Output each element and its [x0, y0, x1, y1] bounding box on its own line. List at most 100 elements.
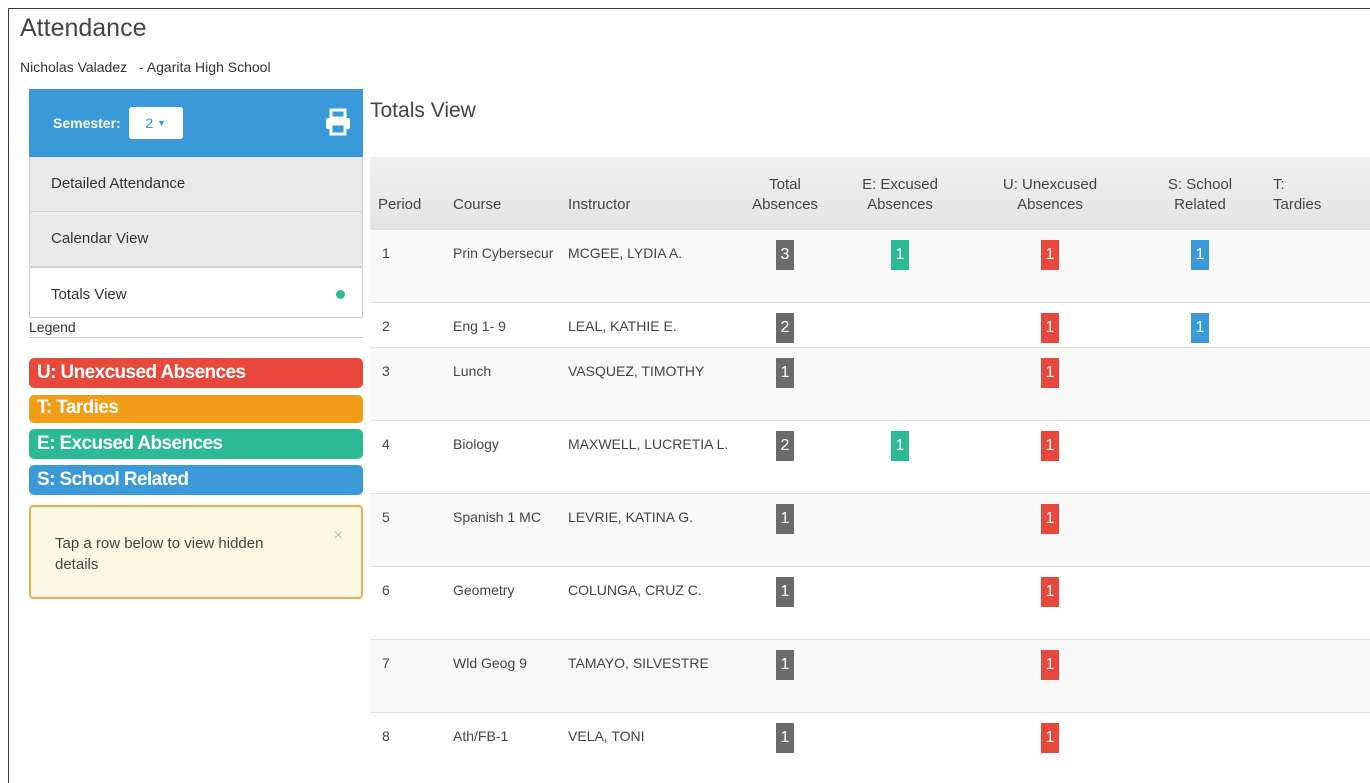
total-cell: 1 [735, 565, 835, 639]
table-row[interactable]: 6 Geometry COLUNGA, CRUZ C. 1 1 [370, 565, 1370, 639]
school-name: - Agarita High School [139, 59, 271, 75]
nav-label: Totals View [51, 286, 127, 303]
nav-calendar-view[interactable]: Calendar View [29, 212, 363, 267]
school-related-cell [1135, 492, 1265, 566]
excused-cell [835, 492, 965, 566]
unexcused-cell: 1 [965, 492, 1135, 566]
course-cell: Prin Cybersecur [445, 228, 560, 302]
period-cell: 5 [370, 492, 445, 566]
period-cell: 8 [370, 711, 445, 772]
table-row[interactable]: 1 Prin Cybersecur MCGEE, LYDIA A. 3 1 1 1 [370, 228, 1370, 302]
instructor-value: LEAL, KATHIE E. [568, 317, 677, 334]
course-value: Spanish 1 MC [453, 508, 541, 525]
period-cell: 2 [370, 301, 445, 347]
period-value: 6 [382, 581, 390, 598]
course-cell: Geometry [445, 565, 560, 639]
total-cell: 3 [735, 228, 835, 302]
course-cell: Wld Geog 9 [445, 638, 560, 712]
col-school-related[interactable]: S: School Related [1135, 157, 1265, 229]
tardies-cell [1265, 492, 1370, 566]
total-cell: 1 [735, 638, 835, 712]
total-badge: 1 [776, 357, 794, 388]
col-instructor[interactable]: Instructor [560, 157, 735, 229]
unexcused-cell: 1 [965, 711, 1135, 772]
school-related-cell [1135, 419, 1265, 493]
period-value: 2 [382, 317, 390, 334]
instructor-value: TAMAYO, SILVESTRE [568, 654, 709, 671]
school-related-cell: 1 [1135, 228, 1265, 302]
semester-dropdown[interactable]: 2 ▼ [128, 107, 183, 139]
student-name: Nicholas Valadez [20, 59, 128, 75]
course-cell: Ath/FB-1 [445, 711, 560, 772]
unexcused-badge: 1 [1041, 722, 1059, 753]
school-related-cell [1135, 711, 1265, 772]
col-course[interactable]: Course [445, 157, 560, 229]
col-total-absences[interactable]: Total Absences [735, 157, 835, 229]
col-unexcused-absences[interactable]: U: Unexcused Absences [965, 157, 1135, 229]
nav-label: Detailed Attendance [51, 175, 186, 192]
tardies-cell [1265, 301, 1370, 347]
school-related-cell [1135, 565, 1265, 639]
instructor-value: MAXWELL, LUCRETIA L. [568, 435, 729, 452]
period-value: 3 [382, 362, 390, 379]
instructor-cell: LEAL, KATHIE E. [560, 301, 735, 347]
unexcused-badge: 1 [1041, 503, 1059, 534]
excused-cell: 1 [835, 419, 965, 493]
nav-detailed-attendance[interactable]: Detailed Attendance [29, 157, 363, 212]
instructor-cell: LEVRIE, KATINA G. [560, 492, 735, 566]
excused-cell [835, 346, 965, 420]
totals-table: Period Course Instructor Total Absences E… [370, 157, 1370, 772]
period-value: 1 [382, 244, 390, 261]
period-cell: 1 [370, 228, 445, 302]
sidebar: Semester: 2 ▼ Detailed Attendance Calend… [29, 89, 363, 599]
period-cell: 7 [370, 638, 445, 712]
course-cell: Spanish 1 MC [445, 492, 560, 566]
period-cell: 6 [370, 565, 445, 639]
school-related-cell [1135, 638, 1265, 712]
table-row[interactable]: 2 Eng 1- 9 LEAL, KATHIE E. 2 1 1 [370, 301, 1370, 347]
header-line: Tardies [1273, 195, 1322, 213]
nav-label: Calendar View [51, 230, 149, 247]
col-excused-absences[interactable]: E: Excused Absences [835, 157, 965, 229]
instructor-cell: MCGEE, LYDIA A. [560, 228, 735, 302]
school-related-cell: 1 [1135, 301, 1265, 347]
excused-cell [835, 565, 965, 639]
table-row[interactable]: 7 Wld Geog 9 TAMAYO, SILVESTRE 1 1 [370, 638, 1370, 712]
table-row[interactable]: 3 Lunch VASQUEZ, TIMOTHY 1 1 [370, 346, 1370, 420]
caret-down-icon: ▼ [157, 118, 167, 128]
col-period[interactable]: Period [370, 157, 445, 229]
unexcused-badge: 1 [1041, 430, 1059, 461]
instructor-cell: TAMAYO, SILVESTRE [560, 638, 735, 712]
info-alert: Tap a row below to view hidden details × [29, 505, 363, 599]
school-related-badge: 1 [1191, 312, 1209, 343]
total-cell: 2 [735, 301, 835, 347]
total-cell: 2 [735, 419, 835, 493]
header-line: Absences [752, 195, 818, 213]
page-title: Attendance [20, 14, 147, 42]
unexcused-cell: 1 [965, 565, 1135, 639]
table-row[interactable]: 5 Spanish 1 MC LEVRIE, KATINA G. 1 1 [370, 492, 1370, 566]
totals-table-container: Period Course Instructor Total Absences E… [370, 157, 1370, 772]
unexcused-cell: 1 [965, 419, 1135, 493]
nav-totals-view[interactable]: Totals View [29, 267, 363, 318]
course-value: Biology [453, 435, 499, 452]
school-related-cell [1135, 346, 1265, 420]
printer-icon[interactable] [323, 107, 353, 137]
table-row[interactable]: 8 Ath/FB-1 VELA, TONI 1 1 [370, 711, 1370, 772]
unexcused-badge: 1 [1041, 312, 1059, 343]
semester-label: Semester: [53, 115, 121, 131]
tardies-cell [1265, 228, 1370, 302]
legend-unexcused: U: Unexcused Absences [29, 358, 363, 388]
tardies-cell [1265, 711, 1370, 772]
excused-cell [835, 638, 965, 712]
total-badge: 1 [776, 649, 794, 680]
close-icon[interactable]: × [334, 525, 343, 546]
col-tardies[interactable]: T: Tardies [1265, 157, 1370, 229]
student-info: Nicholas Valadez - Agarita High School [20, 59, 271, 75]
header-line: T: [1273, 175, 1285, 193]
unexcused-cell: 1 [965, 346, 1135, 420]
instructor-cell: COLUNGA, CRUZ C. [560, 565, 735, 639]
tardies-cell [1265, 638, 1370, 712]
table-row[interactable]: 4 Biology MAXWELL, LUCRETIA L. 2 1 1 [370, 419, 1370, 493]
instructor-cell: VASQUEZ, TIMOTHY [560, 346, 735, 420]
